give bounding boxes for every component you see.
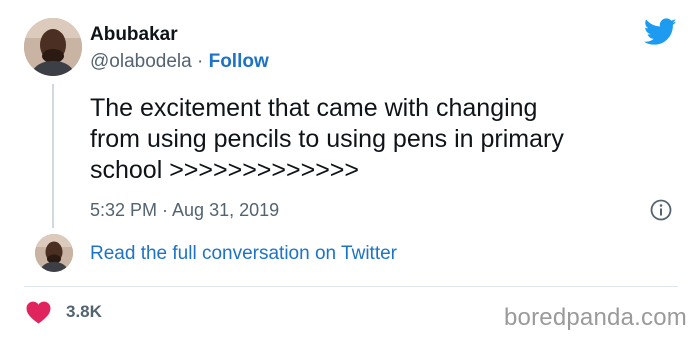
twitter-bird-icon[interactable] (643, 18, 677, 46)
info-icon[interactable] (650, 199, 672, 221)
tweet-text: The excitement that came with changing f… (90, 94, 564, 184)
author-name[interactable]: Abubakar (90, 24, 178, 46)
follow-button[interactable]: Follow (209, 51, 269, 72)
author-handle-row: @olabodela · Follow (90, 51, 269, 73)
conversation-avatar (35, 234, 73, 272)
heart-icon[interactable] (26, 301, 51, 324)
like-count[interactable]: 3.8K (66, 302, 102, 322)
footer-divider (24, 286, 678, 287)
author-avatar[interactable] (24, 18, 82, 76)
tweet-timestamp[interactable]: 5:32 PM · Aug 31, 2019 (90, 200, 279, 221)
boredpanda-watermark: boredpanda.com (504, 304, 687, 331)
read-full-conversation-link[interactable]: Read the full conversation on Twitter (90, 243, 397, 265)
author-handle[interactable]: @olabodela (90, 51, 192, 72)
handle-separator: · (191, 51, 209, 72)
thread-connector-line (52, 84, 54, 228)
